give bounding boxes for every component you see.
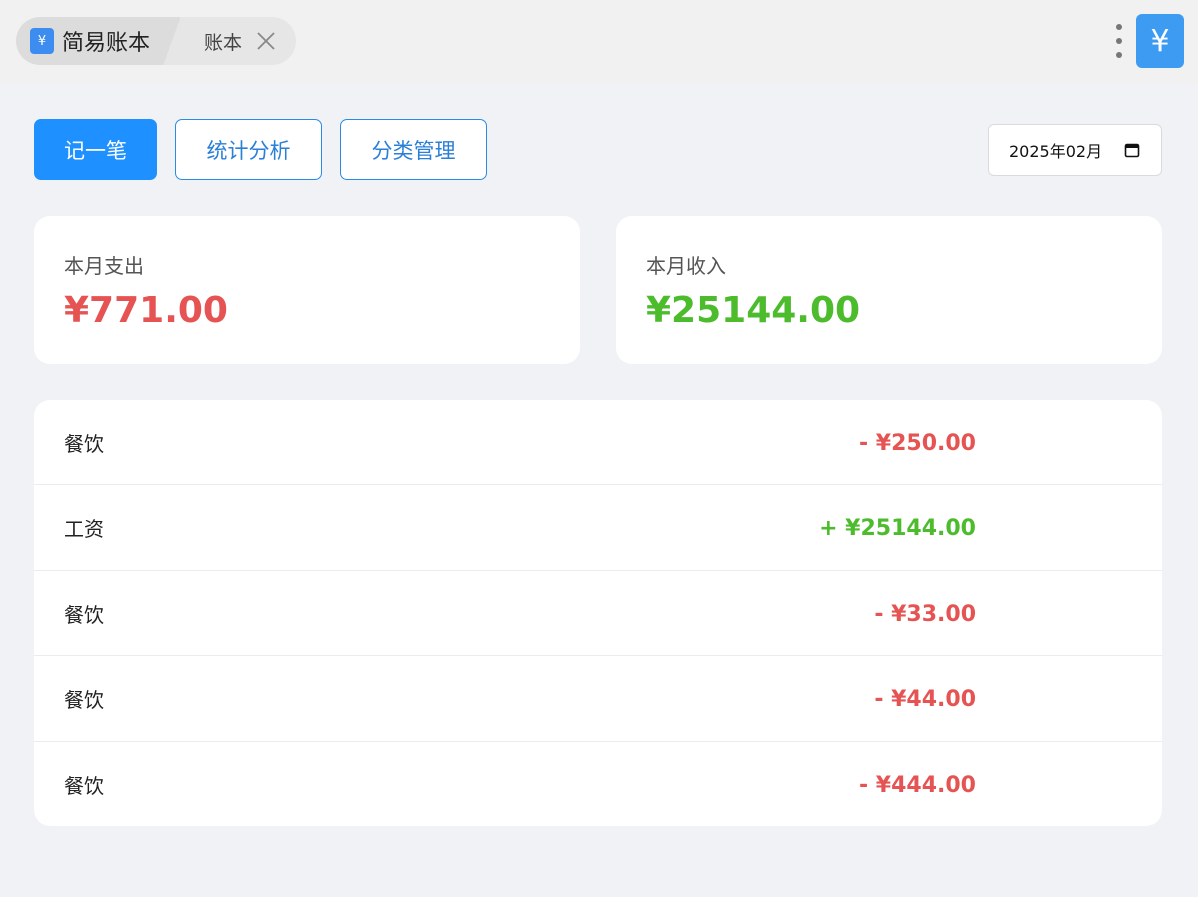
monthly-expense-label: 本月支出 bbox=[64, 254, 144, 278]
category-manage-button[interactable]: 分类管理 bbox=[340, 119, 487, 180]
monthly-expense-card: 本月支出 ¥771.00 bbox=[34, 216, 580, 364]
menu-dot bbox=[1116, 24, 1122, 30]
calendar-icon[interactable] bbox=[1124, 142, 1140, 158]
month-picker-value: 2025年02月 bbox=[1009, 142, 1103, 161]
transaction-category: 餐饮 bbox=[64, 602, 104, 627]
transaction-category: 工资 bbox=[64, 517, 104, 542]
transaction-category: 餐饮 bbox=[64, 432, 104, 456]
monthly-expense-amount: ¥771.00 bbox=[64, 290, 228, 331]
transaction-row[interactable]: 工资 + ¥25144.00 bbox=[34, 485, 1162, 571]
stats-analysis-button[interactable]: 统计分析 bbox=[175, 119, 322, 180]
menu-dot bbox=[1116, 38, 1122, 44]
month-picker[interactable]: 2025年02月 bbox=[988, 124, 1162, 176]
transaction-category: 餐饮 bbox=[64, 688, 104, 713]
transaction-row[interactable]: 餐饮 - ¥33.00 bbox=[34, 571, 1162, 657]
transaction-amount: - ¥33.00 bbox=[874, 601, 976, 627]
close-icon[interactable] bbox=[256, 31, 276, 51]
yen-corner-icon[interactable]: ¥ bbox=[1136, 14, 1184, 68]
transaction-amount: - ¥444.00 bbox=[859, 772, 976, 798]
app-tab[interactable]: ¥ 简易账本 bbox=[16, 17, 177, 65]
tab-ledger-label: 账本 bbox=[204, 31, 243, 54]
monthly-income-card: 本月收入 ¥25144.00 bbox=[616, 216, 1162, 364]
menu-dot bbox=[1116, 52, 1122, 58]
record-entry-button[interactable]: 记一笔 bbox=[34, 119, 157, 180]
tab-group: ¥ 简易账本 账本 bbox=[16, 17, 297, 65]
yen-app-icon: ¥ bbox=[30, 28, 54, 54]
transaction-category: 餐饮 bbox=[64, 773, 104, 798]
monthly-income-amount: ¥25144.00 bbox=[646, 290, 861, 331]
window-titlebar: ¥ 简易账本 账本 ¥ bbox=[0, 0, 1198, 84]
transaction-amount: + ¥25144.00 bbox=[819, 516, 976, 542]
monthly-income-label: 本月收入 bbox=[646, 254, 726, 278]
transaction-row[interactable]: 餐饮 - ¥250.00 bbox=[34, 400, 1162, 486]
transaction-amount: - ¥250.00 bbox=[859, 431, 976, 456]
more-menu-icon[interactable] bbox=[1114, 24, 1124, 58]
transaction-row[interactable]: 餐饮 - ¥44.00 bbox=[34, 656, 1162, 742]
app-title: 简易账本 bbox=[62, 31, 151, 56]
transaction-amount: - ¥44.00 bbox=[874, 687, 976, 713]
transaction-row[interactable]: 餐饮 - ¥444.00 bbox=[34, 742, 1162, 826]
transaction-list: 餐饮 - ¥250.00 工资 + ¥25144.00 餐饮 - ¥33.00 … bbox=[34, 400, 1162, 826]
tab-ledger[interactable]: 账本 bbox=[180, 17, 297, 65]
